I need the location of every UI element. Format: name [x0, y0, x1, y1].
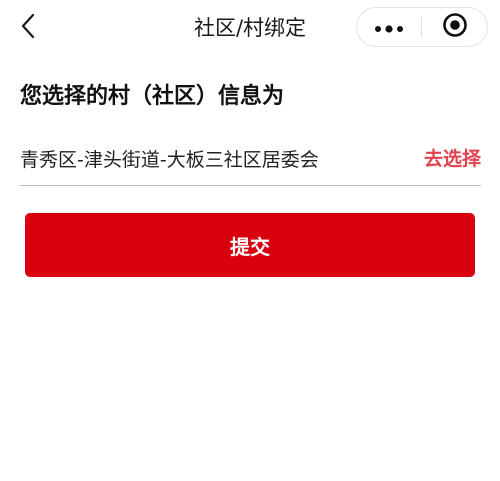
- back-button[interactable]: [10, 8, 46, 48]
- go-select-link[interactable]: 去选择: [424, 146, 481, 172]
- chevron-left-icon: [20, 12, 36, 44]
- page-title: 社区/村绑定: [193, 16, 307, 40]
- selection-heading: 您选择的村（社区）信息为: [20, 84, 285, 109]
- more-button[interactable]: [357, 8, 421, 46]
- selected-village-value: 青秀区-津头街道-大板三社区居委会: [20, 149, 319, 171]
- submit-button[interactable]: 提交: [25, 213, 475, 277]
- selected-village-row: 青秀区-津头街道-大板三社区居委会 去选择: [20, 142, 481, 186]
- target-circle-icon: [442, 12, 468, 42]
- mini-program-capsule: [356, 7, 488, 47]
- close-miniprogram-button[interactable]: [422, 8, 487, 46]
- more-dots-icon: [374, 18, 404, 37]
- top-nav-bar: 社区/村绑定: [0, 0, 500, 56]
